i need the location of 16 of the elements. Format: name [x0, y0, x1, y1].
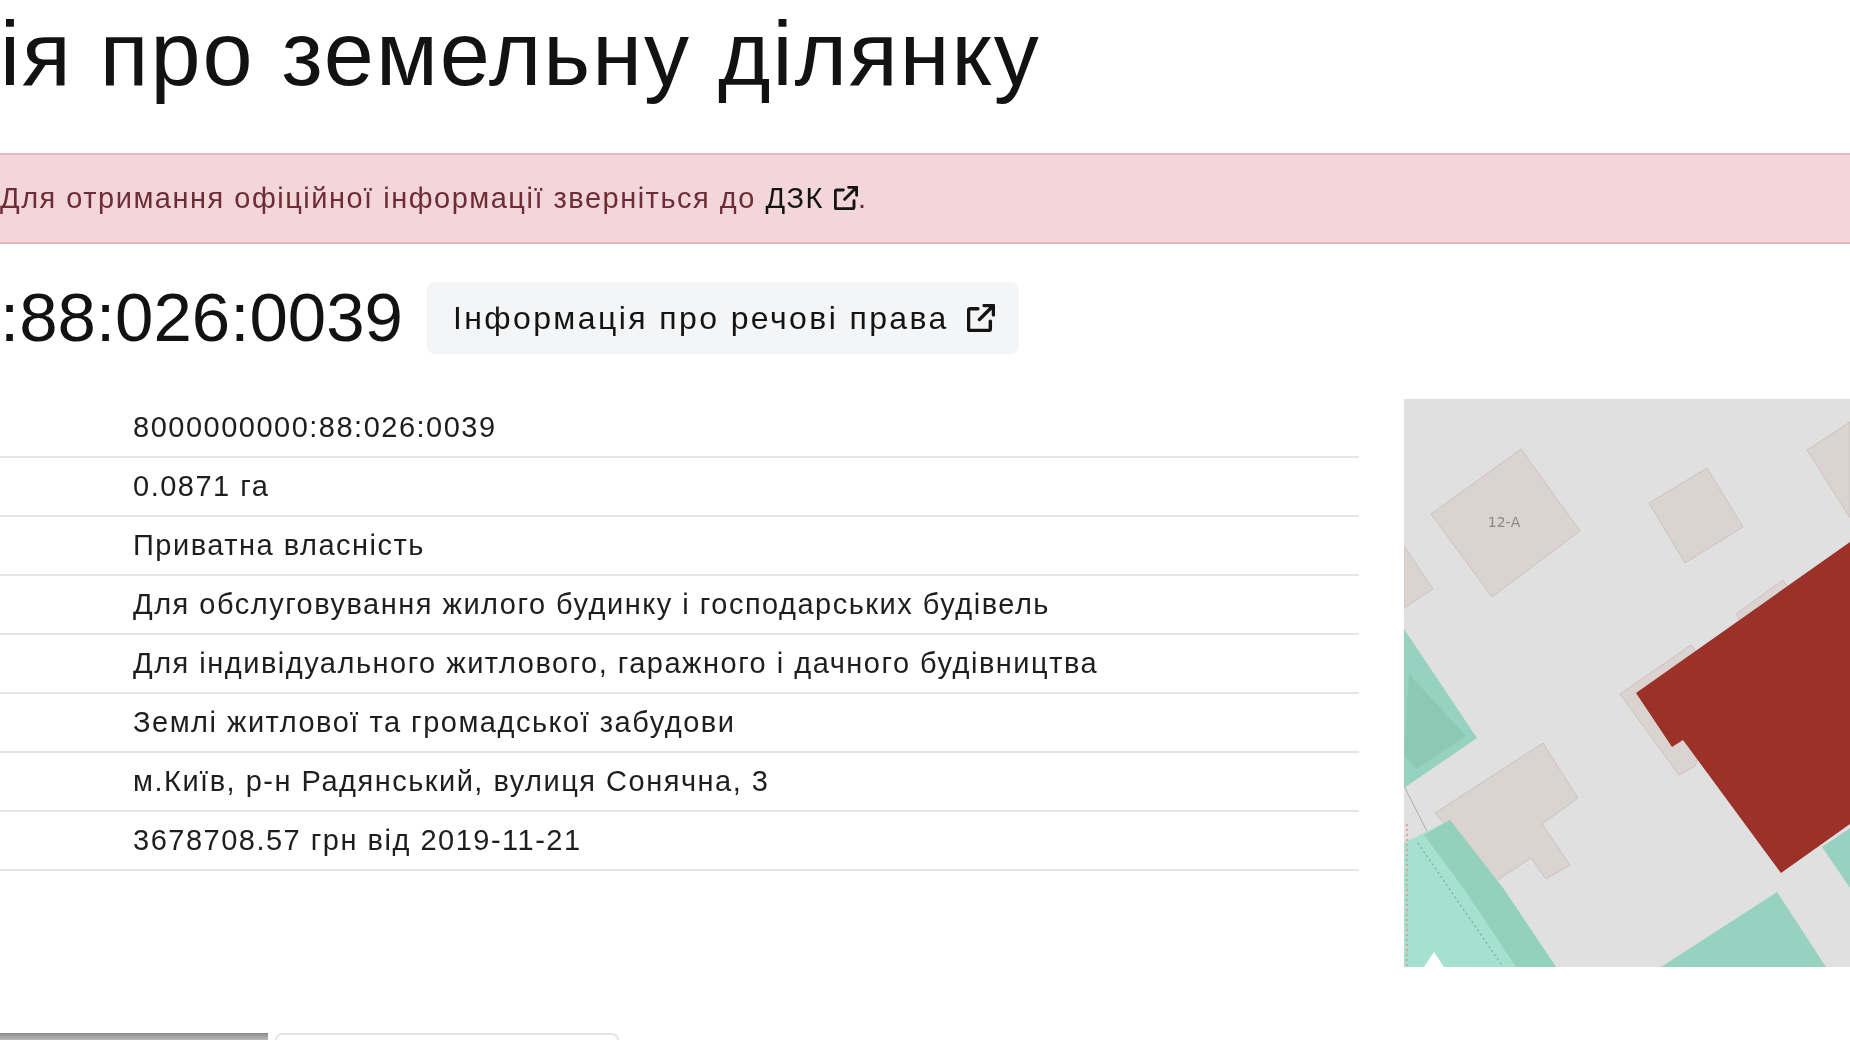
field-value: Для індивідуального житлового, гаражного і дачного будівництва	[133, 647, 1099, 680]
field-value: 8000000000:88:026:0039	[133, 411, 497, 444]
field-value: 3678708.57 грн від 2019-11-21	[133, 824, 582, 857]
field-value: 0.0871 га	[133, 470, 270, 503]
dzk-link[interactable]: ДЗК	[765, 182, 858, 214]
property-rights-button[interactable]: Інформація про речові права	[426, 282, 1019, 354]
field-value: Для обслуговування жилого будинку і господарських будівель	[133, 588, 1050, 621]
field-value: Приватна власність	[133, 529, 425, 562]
map-label: 12-А	[1487, 514, 1521, 530]
external-link-icon	[833, 186, 858, 210]
alert-message: Для отримання офіційної інформації зверніться до ДЗК .	[0, 182, 868, 215]
field-value: м.Київ, р-н Радянський, вулиця Сонячна, 3	[133, 765, 770, 798]
page-title: ія про земельну ділянку	[0, 3, 1041, 106]
field-value: Землі житлової та громадської забудови	[133, 706, 736, 739]
cadastral-number: :88:026:0039	[0, 282, 403, 354]
external-link-icon	[966, 304, 995, 332]
